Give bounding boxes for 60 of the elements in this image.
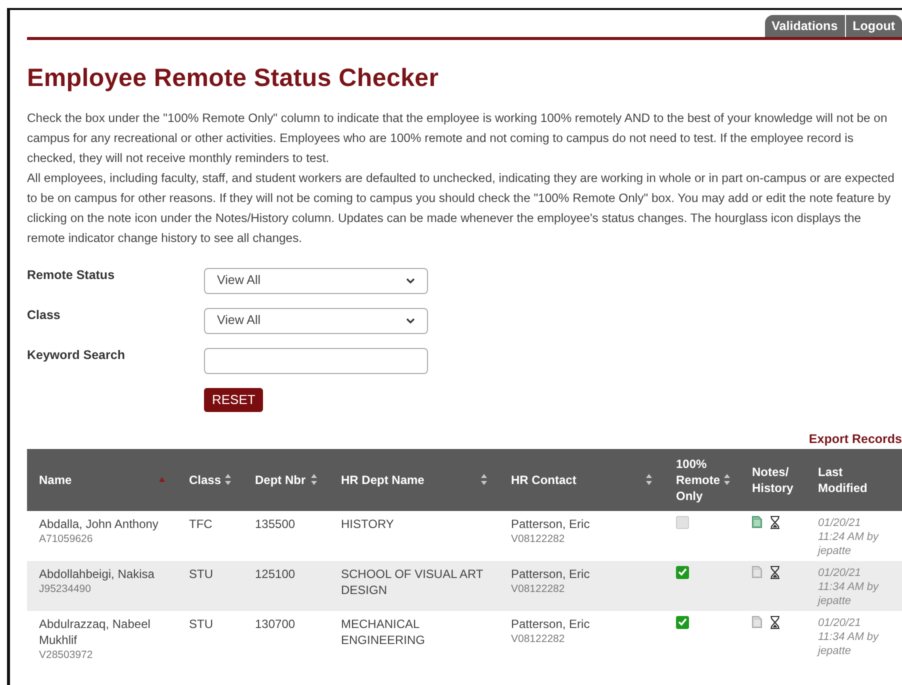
employee-name: Abdalla, John Anthony xyxy=(39,516,160,532)
keyword-search-field[interactable] xyxy=(204,348,428,374)
remote-only-checkbox[interactable] xyxy=(676,566,689,578)
employee-id: A71059626 xyxy=(39,532,94,546)
class-cell-text: TFC xyxy=(189,516,214,532)
column-header[interactable]: Notes/ History xyxy=(752,464,794,496)
hr-contact-name: Patterson, Eric xyxy=(511,566,591,582)
last-modified-text: 01/20/21 11:34 AM by jepatte xyxy=(818,566,880,608)
remote-only-checkbox[interactable] xyxy=(676,616,689,628)
column-header[interactable]: Dept Nbr xyxy=(255,472,306,488)
hr-contact-name: Patterson, Eric xyxy=(511,616,591,632)
note-icon[interactable] xyxy=(752,516,762,528)
export-records-link[interactable]: Export Records xyxy=(808,430,902,448)
hr-contact-id: V08122282 xyxy=(511,582,566,596)
dept-number-cell-text: 125100 xyxy=(255,566,296,582)
sort-icon[interactable] xyxy=(646,474,652,485)
instructions-paragraph: Check the box under the "100% Remote Only" column to indicate that the employee is working 100% remotely AND to the best of your knowledge will not be on campus for any recreational or other activities. Employees who are 100% remote and not coming to campus do not need to test. If the employee record is checked, they will not receive monthly reminders to test. xyxy=(27,110,888,166)
hourglass-icon[interactable] xyxy=(770,566,780,578)
hr-contact-name: Patterson, Eric xyxy=(511,516,591,532)
hourglass-icon[interactable] xyxy=(770,616,780,628)
remote-only-checkbox[interactable] xyxy=(676,516,689,528)
employee-id: V28503972 xyxy=(39,648,94,662)
chevron-down-icon xyxy=(406,278,415,284)
class-cell-text: STU xyxy=(189,566,214,582)
reset-button[interactable]: RESET xyxy=(204,388,264,412)
dept-name-cell-text: HISTORY xyxy=(341,516,395,532)
sort-icon[interactable] xyxy=(225,474,232,485)
dept-name-cell-text: MECHANICAL ENGINEERING xyxy=(341,616,426,648)
note-icon[interactable] xyxy=(752,616,762,628)
hourglass-icon[interactable] xyxy=(770,516,780,528)
filter-label: Remote Status xyxy=(27,266,116,284)
dropdown[interactable]: View All xyxy=(204,308,428,334)
dept-name-cell-text: SCHOOL OF VISUAL ART DESIGN xyxy=(341,566,484,598)
last-modified-text: 01/20/21 11:34 AM by jepatte xyxy=(818,616,880,658)
column-header[interactable]: 100% Remote Only xyxy=(676,456,720,504)
column-header[interactable]: Last Modified xyxy=(818,464,890,496)
employee-name: Abdulrazzaq, Nabeel Mukhlif xyxy=(39,616,152,648)
filter-label: Keyword Search xyxy=(27,346,126,364)
hr-contact-id: V08122282 xyxy=(511,632,566,646)
sort-icon[interactable] xyxy=(481,474,487,485)
column-header[interactable]: Class xyxy=(189,472,222,488)
chevron-down-icon xyxy=(406,318,415,324)
column-header[interactable]: HR Contact xyxy=(511,472,576,488)
class-cell-text: STU xyxy=(189,616,214,632)
sort-icon[interactable] xyxy=(724,474,730,485)
page-title: Employee Remote Status Checker xyxy=(27,63,440,94)
column-header[interactable]: Name xyxy=(39,472,72,488)
last-modified-text: 01/20/21 11:24 AM by jepatte xyxy=(818,516,880,558)
filter-label: Class xyxy=(27,306,62,324)
dept-number-cell-text: 130700 xyxy=(255,616,296,632)
employee-id: J95234490 xyxy=(39,582,92,596)
instructions-paragraph: All employees, including faculty, staff, and student workers are defaulted to unchecked, indicating they are working in whole or in part on-campus or are expected to be on campus for other reasons. If they will not be coming to campus you should check the "100% Remote Only" box. You may add or edit the note feature by clicking on the note icon under the Notes/History column. Updates can be made whenever the employee's status changes. The hourglass icon displays the remote indicator change history to see all changes. xyxy=(27,170,896,246)
nav-tab[interactable]: Logout xyxy=(846,15,902,37)
dropdown[interactable]: View All xyxy=(204,268,428,294)
dept-number-cell-text: 135500 xyxy=(255,516,296,532)
sort-icon[interactable] xyxy=(311,474,317,485)
employee-name: Abdollahbeigi, Nakisa xyxy=(39,566,156,582)
nav-tab[interactable]: Validations xyxy=(764,15,846,37)
column-header[interactable]: HR Dept Name xyxy=(341,472,424,488)
hr-contact-id: V08122282 xyxy=(511,532,566,546)
